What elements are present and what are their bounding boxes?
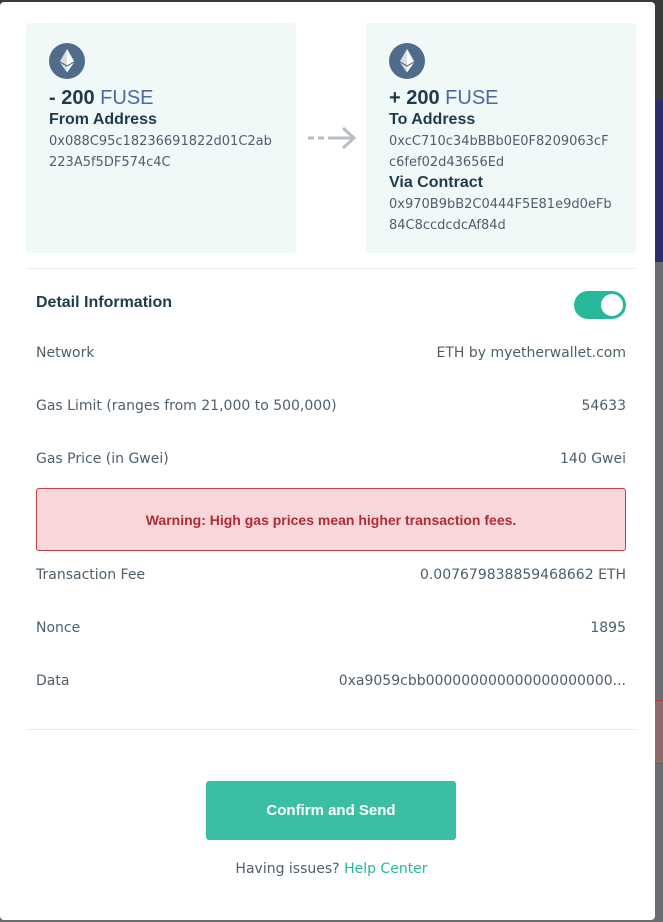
gas-price-value: 140 Gwei [560, 451, 626, 467]
from-amount-value: - 200 [49, 87, 95, 109]
gas-price-label: Gas Price (in Gwei) [36, 451, 169, 467]
confirm-and-send-button[interactable]: Confirm and Send [206, 781, 456, 840]
transaction-fee-value: 0.007679838859468662 ETH [419, 567, 626, 583]
divider [26, 729, 636, 730]
transfer-summary: - 200 FUSE From Address 0x088C95c1823669… [26, 23, 636, 255]
help-prefix: Having issues? [235, 861, 340, 877]
help-line: Having issues? Help Center [0, 861, 663, 877]
via-contract-label: Via Contract [389, 174, 483, 191]
gas-price-row: Gas Price (in Gwei) 140 Gwei [36, 451, 626, 471]
nonce-row: Nonce 1895 [36, 620, 626, 640]
ethereum-icon [49, 43, 85, 79]
to-address-label: To Address [389, 111, 476, 128]
transaction-fee-row: Transaction Fee 0.007679838859468662 ETH [36, 567, 626, 587]
arrow-right-icon [308, 126, 357, 150]
divider [26, 268, 636, 269]
from-token-symbol: FUSE [100, 87, 154, 109]
transaction-fee-label: Transaction Fee [36, 567, 146, 583]
to-address: 0xcC710c34bBBb0E0F8209063cFc6fef02d43656… [389, 134, 609, 170]
from-address: 0x088C95c18236691822d01C2ab223A5f5DF574c… [49, 134, 272, 170]
help-center-link[interactable]: Help Center [344, 861, 428, 877]
high-gas-warning: Warning: High gas prices mean higher tra… [36, 488, 626, 551]
contract-address: 0x970B9bB2C0444F5E81e9d0eFb84C8ccdcdcAf8… [389, 197, 612, 233]
from-amount: - 200 FUSE [49, 87, 154, 110]
to-amount: + 200 FUSE [389, 87, 499, 110]
gas-limit-label: Gas Limit (ranges from 21,000 to 500,000… [36, 398, 337, 414]
network-row: Network ETH by myetherwallet.com [36, 345, 626, 365]
toggle-knob [601, 294, 623, 316]
nonce-value: 1895 [590, 620, 626, 636]
data-label: Data [36, 673, 70, 689]
data-row: Data 0xa9059cbb000000000000000000000... [36, 673, 626, 693]
data-value: 0xa9059cbb000000000000000000000... [338, 673, 626, 689]
from-address-label: From Address [49, 111, 157, 128]
detail-information-title: Detail Information [36, 294, 173, 311]
to-token-symbol: FUSE [445, 87, 499, 109]
from-card: - 200 FUSE From Address 0x088C95c1823669… [26, 23, 296, 253]
ethereum-icon [389, 43, 425, 79]
gas-limit-value: 54633 [581, 398, 626, 414]
nonce-label: Nonce [36, 620, 81, 636]
gas-limit-row: Gas Limit (ranges from 21,000 to 500,000… [36, 398, 626, 418]
to-amount-value: + 200 [389, 87, 440, 109]
confirm-transaction-modal: - 200 FUSE From Address 0x088C95c1823669… [0, 2, 655, 920]
network-value: ETH by myetherwallet.com [436, 345, 626, 361]
detail-information-toggle[interactable] [574, 291, 626, 319]
to-card: + 200 FUSE To Address 0xcC710c34bBBb0E0F… [366, 23, 636, 253]
network-label: Network [36, 345, 95, 361]
